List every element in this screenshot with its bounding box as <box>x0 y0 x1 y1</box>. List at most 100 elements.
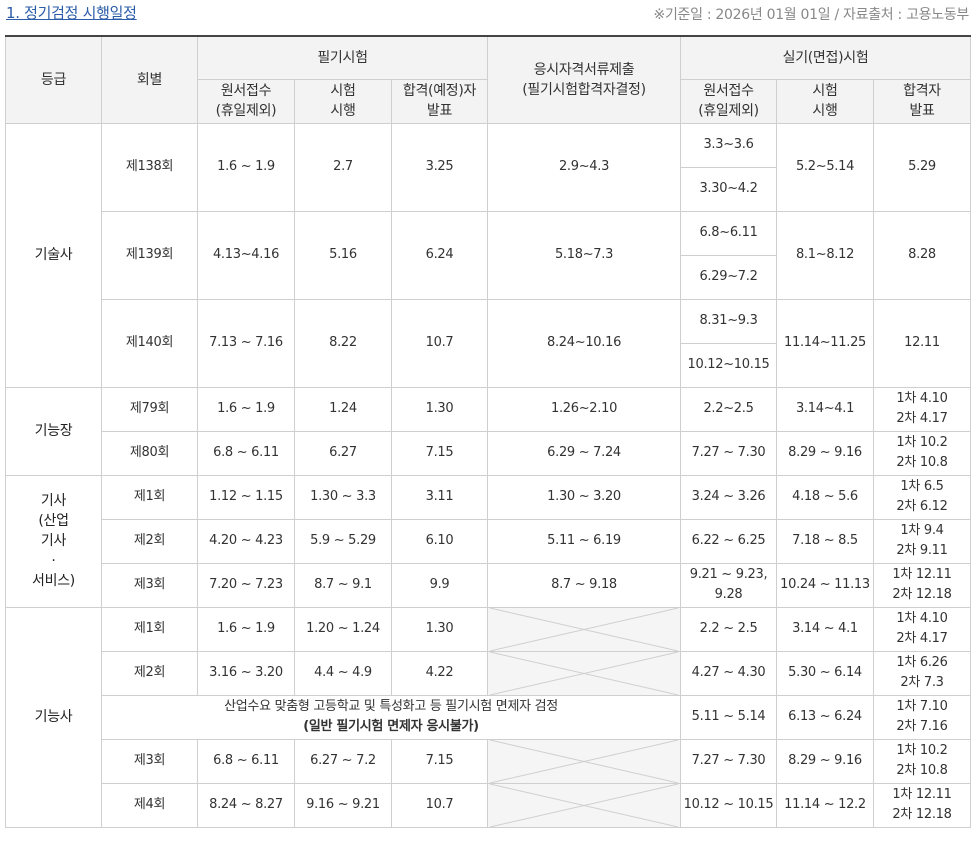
written-pass-cell: 4.22 <box>390 650 489 696</box>
special-note-line1: 산업수요 맞춤형 고등학교 및 특성화고 등 필기시험 면제자 검정 <box>224 699 558 714</box>
pass-first: 1차 7.10 <box>896 699 948 714</box>
practical-apply-cell: 8.31~9.3 <box>680 298 778 344</box>
written-pass-cell: 7.15 <box>390 430 489 476</box>
round-cell: 제140회 <box>101 298 198 388</box>
docs-cell: 8.7 ~ 9.18 <box>487 562 682 608</box>
written-exam-cell: 8.7 ~ 9.1 <box>294 562 392 608</box>
header-w-apply-line2: (휴일제외) <box>215 103 277 119</box>
practical-apply-cell: 10.12~10.15 <box>680 342 778 388</box>
practical-exam-cell: 6.13 ~ 6.24 <box>776 694 875 740</box>
pass-first: 1차 4.10 <box>896 611 948 626</box>
special-exam-note: 산업수요 맞춤형 고등학교 및 특성화고 등 필기시험 면제자 검정 (일반 필… <box>100 694 682 740</box>
header-p-exam-line2: 시행 <box>812 103 838 119</box>
header-w-apply-line1: 원서접수 <box>220 83 272 99</box>
practical-pass-cell: 1차 10.2 2차 10.8 <box>873 430 972 476</box>
practical-apply-cell: 6.8~6.11 <box>680 210 778 256</box>
table-row: 제2회 3.16 ~ 3.20 4.4 ~ 4.9 4.22 4.27 ~ 4.… <box>6 650 972 696</box>
pass-second: 2차 10.8 <box>896 455 948 470</box>
practical-apply-cell: 3.3~3.6 <box>680 122 778 168</box>
header-docs-line2: (필기시험합격자결정) <box>522 81 646 98</box>
practical-exam-cell: 5.2~5.14 <box>776 122 875 212</box>
docs-na-cell <box>487 782 682 828</box>
written-apply-cell: 1.6 ~ 1.9 <box>197 386 295 432</box>
practical-apply-cell: 5.11 ~ 5.14 <box>680 694 778 740</box>
header-p-exam-line1: 시험 <box>812 83 838 99</box>
written-apply-cell: 7.13 ~ 7.16 <box>197 298 295 388</box>
docs-cell: 2.9~4.3 <box>487 122 682 212</box>
written-exam-cell: 1.30 ~ 3.3 <box>294 474 392 520</box>
written-exam-cell: 8.22 <box>294 298 392 388</box>
written-apply-cell: 8.24 ~ 8.27 <box>197 782 295 828</box>
docs-cell: 8.24~10.16 <box>487 298 682 388</box>
practical-pass-cell: 1차 7.10 2차 7.16 <box>873 694 972 740</box>
pass-first: 1차 4.10 <box>896 391 948 406</box>
written-pass-cell: 10.7 <box>390 782 489 828</box>
header-p-apply-line1: 원서접수 <box>703 83 754 99</box>
pass-first: 1차 12.11 <box>892 567 952 582</box>
written-exam-cell: 6.27 ~ 7.2 <box>294 738 392 784</box>
practical-apply-cell: 9.21 ~ 9.23, 9.28 <box>680 562 778 608</box>
written-apply-cell: 4.20 ~ 4.23 <box>197 518 295 564</box>
round-cell: 제80회 <box>101 430 198 476</box>
practical-exam-cell: 11.14 ~ 12.2 <box>776 782 875 828</box>
practical-apply-cell: 7.27 ~ 7.30 <box>680 430 778 476</box>
round-cell: 제1회 <box>101 606 198 652</box>
pass-first: 1차 6.5 <box>900 479 944 494</box>
crossed-out-mark <box>490 652 679 694</box>
docs-na-cell <box>487 606 682 652</box>
docs-cell: 1.30 ~ 3.20 <box>487 474 682 520</box>
practical-pass-cell: 1차 12.11 2차 12.18 <box>873 562 972 608</box>
header-w-pass: 합격(예정)자 발표 <box>390 78 489 124</box>
grade-gisulsa: 기술사 <box>5 122 102 388</box>
pass-first: 1차 10.2 <box>896 743 948 758</box>
crossed-out-mark <box>490 784 679 826</box>
table-row: 제4회 8.24 ~ 8.27 9.16 ~ 9.21 10.7 10.12 ~… <box>6 782 972 828</box>
docs-cell: 5.11 ~ 6.19 <box>487 518 682 564</box>
docs-na-cell <box>487 650 682 696</box>
practical-exam-cell: 8.1~8.12 <box>776 210 875 300</box>
header-round: 회별 <box>101 35 198 124</box>
grade-gisa-line5: 서비스) <box>32 573 75 589</box>
table-row: 제3회 7.20 ~ 7.23 8.7 ~ 9.1 9.9 8.7 ~ 9.18… <box>6 562 972 608</box>
pass-second: 2차 12.18 <box>892 587 952 602</box>
practical-pass-cell: 8.28 <box>873 210 972 300</box>
practical-exam-cell: 11.14~11.25 <box>776 298 875 388</box>
written-apply-cell: 7.20 ~ 7.23 <box>197 562 295 608</box>
written-apply-cell: 6.8 ~ 6.11 <box>197 430 295 476</box>
practical-pass-cell: 1차 6.26 2차 7.3 <box>873 650 972 696</box>
grade-gisa-line2: (산업 <box>38 513 69 529</box>
table-body: 기술사 제138회 1.6 ~ 1.9 2.7 3.25 2.9~4.3 3.3… <box>5 122 972 828</box>
round-cell: 제3회 <box>101 562 198 608</box>
written-exam-cell: 9.16 ~ 9.21 <box>294 782 392 828</box>
round-cell: 제4회 <box>101 782 198 828</box>
header-docs: 응시자격서류제출 (필기시험합격자결정) <box>487 35 682 124</box>
table-row: 산업수요 맞춤형 고등학교 및 특성화고 등 필기시험 면제자 검정 (일반 필… <box>6 694 972 740</box>
practical-apply-line2: 9.28 <box>714 587 743 602</box>
pass-second: 2차 7.3 <box>900 675 944 690</box>
docs-cell: 6.29 ~ 7.24 <box>487 430 682 476</box>
pass-first: 1차 9.4 <box>900 523 944 538</box>
written-pass-cell: 3.11 <box>390 474 489 520</box>
pass-first: 1차 6.26 <box>896 655 948 670</box>
header-w-apply: 원서접수 (휴일제외) <box>197 78 295 124</box>
practical-pass-cell: 1차 6.5 2차 6.12 <box>873 474 972 520</box>
practical-pass-cell: 12.11 <box>873 298 972 388</box>
written-pass-cell: 7.15 <box>390 738 489 784</box>
grade-gineungjang: 기능장 <box>5 386 102 476</box>
practical-exam-cell: 7.18 ~ 8.5 <box>776 518 875 564</box>
practical-pass-cell: 5.29 <box>873 122 972 212</box>
table-row: 제80회 6.8 ~ 6.11 6.27 7.15 6.29 ~ 7.24 7.… <box>6 430 972 476</box>
header-w-pass-line2: 발표 <box>426 103 453 119</box>
grade-gisa-line3: 기사 <box>40 533 67 549</box>
header-p-apply-line2: (휴일제외) <box>698 103 759 119</box>
practical-apply-cell: 6.22 ~ 6.25 <box>680 518 778 564</box>
header-grade: 등급 <box>5 35 102 124</box>
round-cell: 제2회 <box>101 650 198 696</box>
crossed-out-mark <box>490 740 679 782</box>
written-pass-cell: 1.30 <box>390 386 489 432</box>
round-cell: 제2회 <box>101 518 198 564</box>
exam-schedule-table: 등급 회별 필기시험 응시자격서류제출 (필기시험합격자결정) 실기(면접)시험… <box>5 35 972 828</box>
written-exam-cell: 1.24 <box>294 386 392 432</box>
written-pass-cell: 6.10 <box>390 518 489 564</box>
written-exam-cell: 4.4 ~ 4.9 <box>294 650 392 696</box>
